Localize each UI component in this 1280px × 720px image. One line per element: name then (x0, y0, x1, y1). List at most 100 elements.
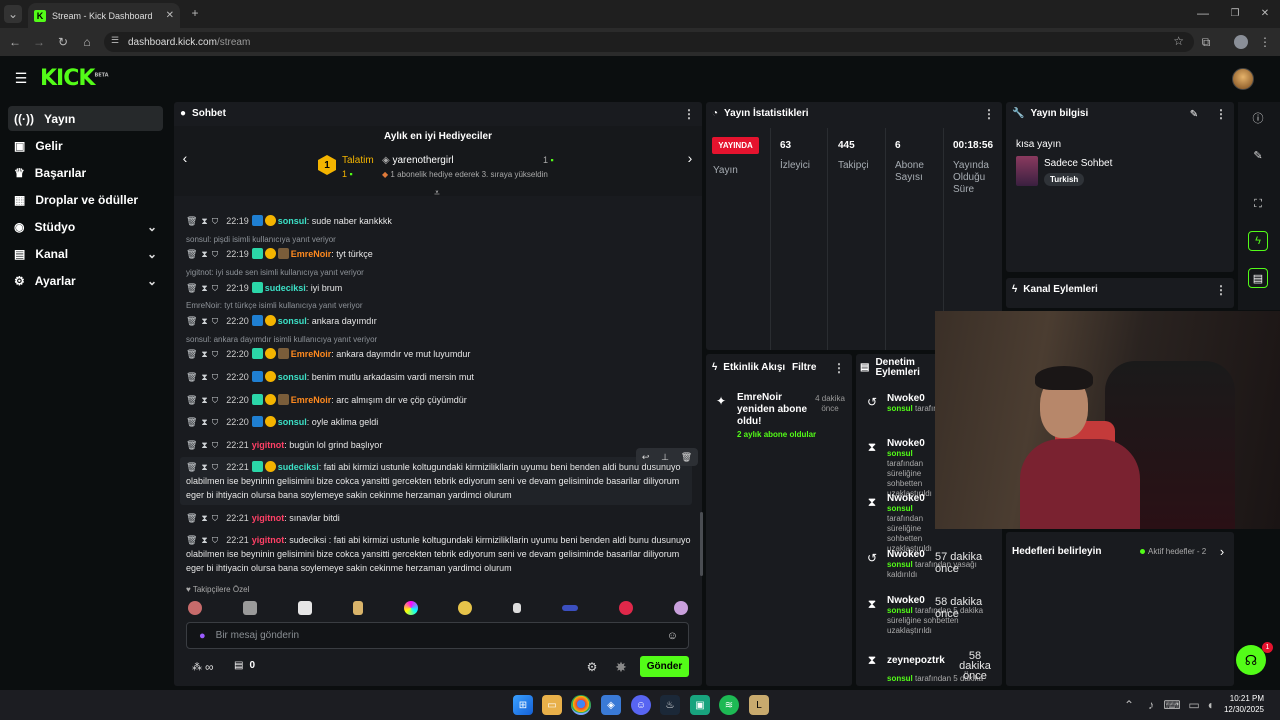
volume-icon[interactable]: ◖ (1204, 698, 1216, 712)
tray-chevron-icon[interactable]: ⌃ (1123, 698, 1135, 712)
channel-points[interactable]: ⁂ ∞ (192, 660, 214, 674)
gifter2[interactable]: ◈ yarenothergirl (382, 155, 454, 166)
store-counter[interactable]: ▤ 0 (234, 660, 255, 671)
message-user[interactable]: sonsul (278, 417, 307, 427)
network-icon[interactable]: ▭ (1188, 698, 1200, 712)
quick-action-icon[interactable]: ϟ (1248, 231, 1268, 251)
collapse-banner-icon[interactable]: ⩡ (431, 188, 443, 199)
pencil-icon[interactable]: ✎ (1248, 145, 1268, 165)
home-icon[interactable]: ⌂ (80, 34, 94, 50)
active-goals[interactable]: Aktif hedefler - 2 (1140, 547, 1206, 556)
crop-icon[interactable]: ⛶ (1248, 194, 1268, 214)
close-tab-icon[interactable]: ✕ (166, 10, 174, 21)
notes-icon[interactable]: ▤ (1248, 268, 1268, 288)
chat-message[interactable]: 🗑⧗⛉ 22:21 yigitnot: sudeciksi : fati abi k… (186, 533, 691, 575)
sidebar-item-studyo[interactable]: ◉ Stüdyo ⌄ (8, 214, 163, 239)
edit-icon[interactable]: ✎ (1188, 108, 1200, 120)
message-user[interactable]: EmreNoir (291, 395, 332, 405)
moderation-item[interactable]: Nwoke0 sonsul tarafından süreliğine sohbe… (887, 493, 935, 554)
message-user[interactable]: yigitnot (252, 513, 285, 523)
message-user[interactable]: sonsul (278, 372, 307, 382)
microphone-icon[interactable]: ● (199, 630, 206, 642)
user-avatar[interactable] (1232, 68, 1254, 90)
new-tab-icon[interactable]: + (188, 6, 202, 20)
message-user[interactable]: sudeciksi (278, 462, 319, 472)
browser-tab[interactable]: K Stream - Kick Dashboard ✕ (28, 3, 180, 28)
activity-menu-icon[interactable]: ⋮ (833, 361, 845, 375)
emote-icon[interactable] (403, 601, 418, 615)
app-icon[interactable]: ◈ (601, 695, 621, 715)
message-tools[interactable]: 🗑⧗⛉ (186, 535, 222, 545)
minimize-icon[interactable]: — (1196, 6, 1210, 20)
start-icon[interactable]: ⊞ (513, 695, 533, 715)
sidebar-item-kanal[interactable]: ▤ Kanal ⌄ (8, 241, 163, 266)
keyboard-icon[interactable]: ⌨ (1163, 698, 1180, 712)
mic-icon[interactable]: ♪ (1145, 698, 1157, 712)
close-window-icon[interactable]: ✕ (1258, 6, 1272, 20)
chevron-right-icon[interactable]: › (683, 150, 697, 166)
emote-icon[interactable] (352, 601, 363, 615)
goals-label[interactable]: Hedefleri belirleyin (1012, 546, 1101, 557)
stream-info-menu-icon[interactable]: ⋮ (1215, 107, 1227, 121)
chat-input[interactable]: ● Bir mesaj gönderin ☺ (186, 622, 689, 649)
kick-logo[interactable]: KICKBETA (40, 66, 109, 91)
emote-icon[interactable] (188, 601, 202, 615)
chat-message[interactable]: 🗑⧗⛉ 22:20 EmreNoir: arc almışım dır ve çöp… (186, 393, 691, 407)
emoji-icon[interactable]: ☺ (667, 630, 678, 642)
chat-message[interactable]: 🗑⧗⛉ 22:20 sonsul: oyle aklima geldi (186, 415, 691, 429)
discord-icon[interactable]: ☺ (631, 695, 651, 715)
steam-icon[interactable]: ♨ (660, 695, 680, 715)
reload-icon[interactable]: ↻ (56, 34, 70, 50)
emote-icon[interactable] (458, 601, 473, 615)
message-tools[interactable]: 🗑⧗⛉ (186, 349, 222, 359)
clock[interactable]: 10:21 PM 12/30/2025 (1220, 693, 1264, 715)
sidebar-item-ayarlar[interactable]: ⚙ Ayarlar ⌄ (8, 268, 163, 293)
sidebar-item-droplar[interactable]: ▦ Droplar ve ödüller (8, 187, 163, 212)
gifter1-name[interactable]: Talatim (342, 155, 374, 166)
message-user[interactable]: sudeciksi (265, 283, 306, 293)
activity-event[interactable]: EmreNoir yeniden abone oldu! (737, 392, 809, 428)
message-tools[interactable]: 🗑⧗⛉ (186, 216, 222, 226)
stats-menu-icon[interactable]: ⋮ (983, 107, 995, 121)
chevron-left-icon[interactable]: ‹ (178, 150, 192, 166)
emote-icon[interactable] (562, 605, 579, 611)
message-user[interactable]: yigitnot (252, 440, 285, 450)
chevron-right-icon[interactable]: › (1216, 544, 1228, 559)
message-tools[interactable]: 🗑⧗⛉ (186, 395, 222, 405)
forward-icon[interactable]: → (32, 34, 46, 50)
message-tools[interactable]: 🗑⧗⛉ (186, 417, 222, 427)
tab-list-icon[interactable]: ⌄ (4, 5, 22, 23)
message-tools[interactable]: 🗑⧗⛉ (186, 513, 222, 523)
sidebar-item-yayin[interactable]: ((·)) Yayın (8, 106, 163, 131)
message-tools[interactable]: 🗑⧗⛉ (186, 283, 222, 293)
channel-actions-menu-icon[interactable]: ⋮ (1215, 283, 1227, 297)
chat-message[interactable]: 🗑⧗⛉ 22:19 sudeciksi: iyi brum (186, 281, 691, 295)
file-explorer-icon[interactable]: ▭ (542, 695, 562, 715)
restore-icon[interactable]: ❐ (1228, 6, 1242, 20)
emote-icon[interactable] (513, 603, 522, 613)
chat-message[interactable]: 🗑⧗⛉ 22:20 sonsul: ankara dayımdır (186, 314, 691, 328)
message-tools[interactable]: 🗑⧗⛉ (186, 462, 222, 472)
emote-icon[interactable] (242, 601, 257, 615)
chat-message[interactable]: 🗑⧗⛉ 22:19 sonsul: sude naber kankkkk (186, 214, 691, 228)
send-button[interactable]: Gönder (640, 656, 689, 677)
chat-scrollbar[interactable] (700, 512, 703, 576)
chat-message[interactable]: 🗑⧗⛉ 22:19 EmreNoir: tyt türkçe (186, 247, 691, 261)
message-tools[interactable]: 🗑⧗⛉ (186, 440, 222, 450)
spotify-icon[interactable]: ≋ (719, 695, 739, 715)
message-tools[interactable]: 🗑⧗⛉ (186, 316, 222, 326)
info-icon[interactable]: ⓘ (1248, 108, 1268, 128)
chat-settings-icon[interactable]: ⚙ (585, 660, 599, 674)
category-name[interactable]: Sadece Sohbet (1044, 158, 1112, 169)
message-user[interactable]: sonsul (278, 216, 307, 226)
extensions-icon[interactable]: ⧉ (1198, 34, 1214, 50)
emote-icon[interactable] (673, 601, 688, 615)
league-icon[interactable]: L (749, 695, 769, 715)
bookmark-star-icon[interactable]: ☆ (1173, 34, 1184, 48)
back-icon[interactable]: ← (8, 34, 22, 50)
browser-menu-icon[interactable]: ⋮ (1258, 34, 1272, 50)
message-tools[interactable]: 🗑⧗⛉ (186, 372, 222, 382)
hamburger-menu-icon[interactable]: ☰ (12, 70, 30, 86)
message-user[interactable]: EmreNoir (291, 249, 332, 259)
chat-menu-icon[interactable]: ⋮ (683, 107, 695, 121)
